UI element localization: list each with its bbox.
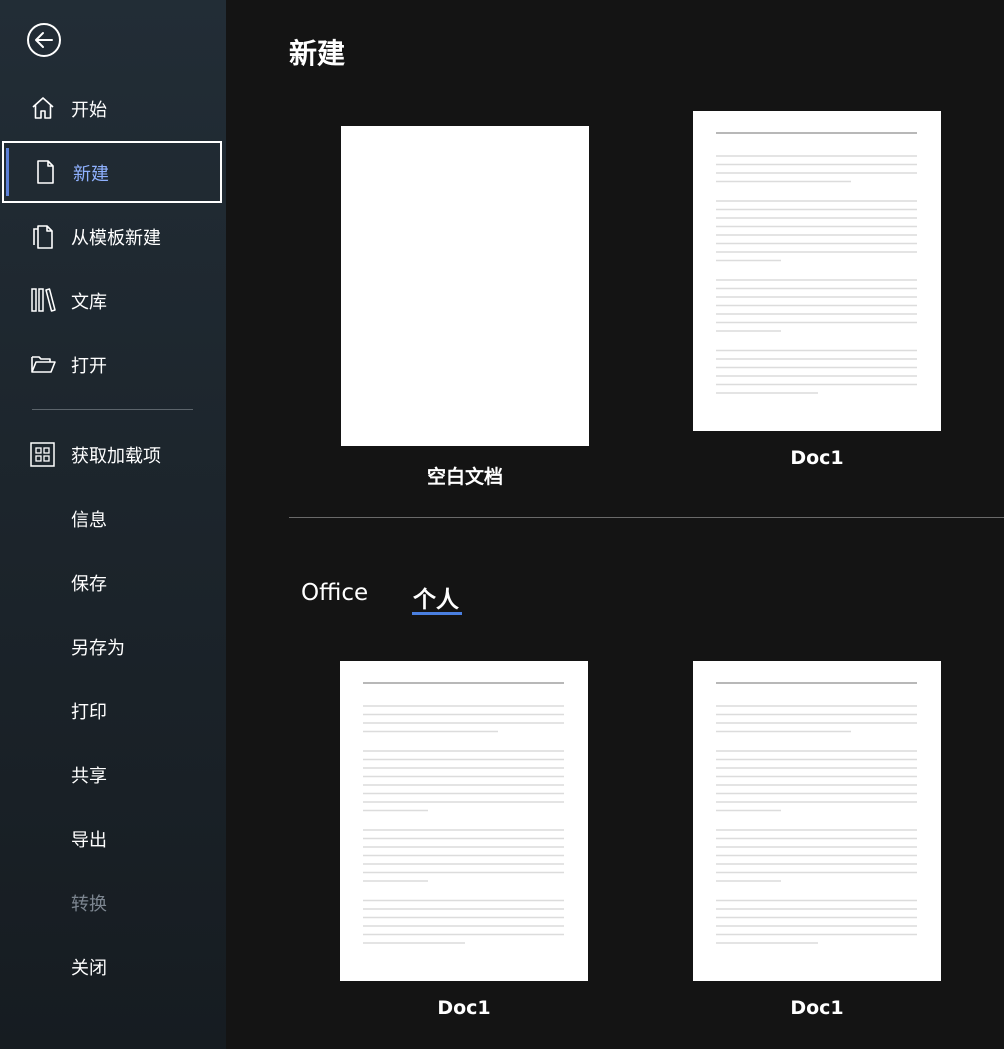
sidebar-item-label: 转换 — [71, 894, 107, 915]
sidebar: 开始 新建 从模板新建 文库 打开 获取加载项 信息 保存 另存为 打印 共享 … — [0, 0, 226, 1049]
tab-office[interactable]: Office — [301, 580, 368, 606]
sidebar-item-library[interactable]: 文库 — [2, 269, 222, 331]
sidebar-item-label: 获取加载项 — [71, 446, 161, 467]
templates-icon — [33, 225, 53, 249]
grid-icon — [30, 442, 55, 467]
sidebar-item-save[interactable]: 保存 — [2, 551, 222, 613]
new-document-icon — [37, 160, 54, 184]
document-preview-lines — [716, 132, 917, 394]
sidebar-item-addins[interactable]: 获取加载项 — [2, 423, 222, 485]
sidebar-item-new[interactable]: 新建 — [2, 141, 222, 203]
back-arrow-icon — [27, 23, 61, 57]
sidebar-item-convert: 转换 — [2, 871, 222, 933]
sidebar-item-home[interactable]: 开始 — [2, 77, 222, 139]
sidebar-item-label: 从模板新建 — [71, 228, 161, 249]
template-doc1[interactable]: Doc1 — [693, 111, 941, 471]
sidebar-item-label: 打印 — [71, 702, 107, 723]
sidebar-item-open[interactable]: 打开 — [2, 333, 222, 395]
document-preview-lines — [716, 682, 917, 944]
sidebar-item-label: 开始 — [71, 100, 107, 121]
sidebar-item-close[interactable]: 关闭 — [2, 935, 222, 997]
template-label: Doc1 — [790, 997, 844, 1019]
sidebar-item-label: 打开 — [71, 356, 107, 377]
template-personal-doc1[interactable]: Doc1 — [340, 661, 588, 1021]
sidebar-item-label: 共享 — [71, 766, 107, 787]
sidebar-item-label: 信息 — [71, 510, 107, 531]
sidebar-item-save-as[interactable]: 另存为 — [2, 615, 222, 677]
sidebar-item-label: 新建 — [73, 164, 109, 185]
sidebar-item-export[interactable]: 导出 — [2, 807, 222, 869]
tab-personal[interactable]: 个人 — [413, 580, 459, 614]
template-thumbnail-blank — [341, 126, 589, 446]
template-label: Doc1 — [790, 447, 844, 469]
template-thumbnail-doc1 — [693, 661, 941, 981]
sidebar-item-share[interactable]: 共享 — [2, 743, 222, 805]
template-label: 空白文档 — [426, 466, 503, 488]
sidebar-item-from-template[interactable]: 从模板新建 — [2, 205, 222, 267]
active-tab-underline — [412, 612, 462, 615]
library-icon — [31, 288, 56, 312]
sidebar-item-label: 保存 — [71, 574, 107, 595]
home-icon — [32, 97, 54, 119]
sidebar-item-label: 文库 — [71, 292, 107, 313]
template-label: Doc1 — [437, 997, 491, 1019]
template-thumbnail-doc1 — [340, 661, 588, 981]
template-thumbnail-doc1 — [693, 111, 941, 431]
page-title: 新建 — [289, 37, 346, 70]
sidebar-item-info[interactable]: 信息 — [2, 487, 222, 549]
template-blank-document[interactable]: 空白文档 — [341, 126, 589, 488]
back-button[interactable] — [26, 22, 62, 58]
sidebar-item-print[interactable]: 打印 — [2, 679, 222, 741]
sidebar-item-label: 导出 — [71, 830, 107, 851]
sidebar-item-label: 另存为 — [71, 638, 125, 659]
document-preview-lines — [363, 682, 564, 944]
template-personal-doc1-2[interactable]: Doc1 — [693, 661, 941, 1021]
main-panel: 新建 空白文档 Doc1 Office 个人 Doc1 Doc1 — [226, 0, 1004, 1049]
folder-open-icon — [31, 356, 56, 373]
sidebar-divider — [32, 409, 193, 410]
sidebar-item-label: 关闭 — [71, 958, 107, 979]
section-divider — [289, 517, 1004, 518]
